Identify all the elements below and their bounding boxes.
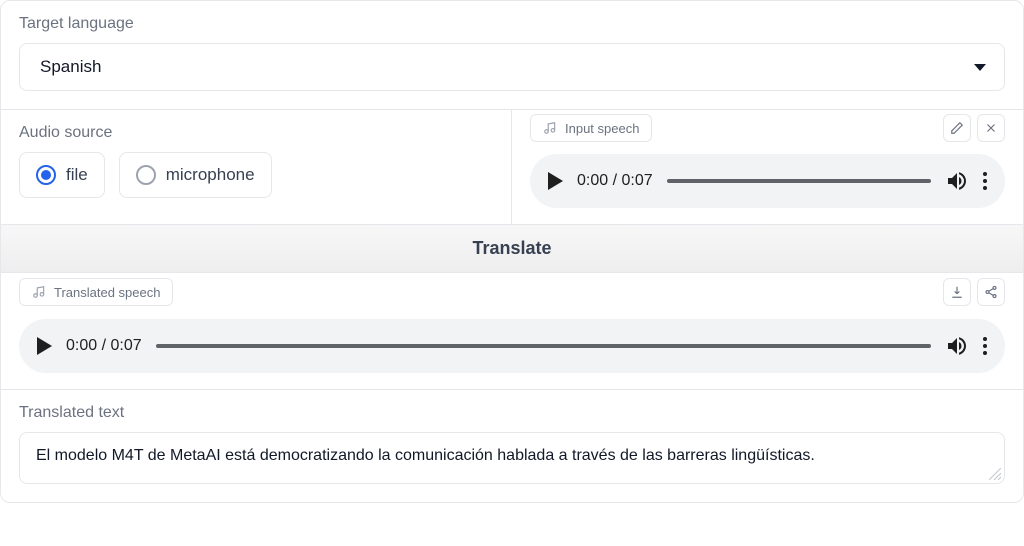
translated-audio-menu[interactable] bbox=[983, 337, 987, 355]
translated-text-output[interactable]: El modelo M4T de MetaAI está democratiza… bbox=[19, 432, 1005, 484]
translated-text-label: Translated text bbox=[19, 404, 1005, 422]
clear-input-speech-button[interactable] bbox=[977, 114, 1005, 142]
audio-source-label: Audio source bbox=[19, 124, 493, 142]
input-audio-track[interactable] bbox=[667, 179, 931, 183]
translate-button[interactable]: Translate bbox=[1, 225, 1023, 273]
translated-audio-time: 0:00 / 0:07 bbox=[66, 337, 142, 355]
input-audio-player: 0:00 / 0:07 bbox=[530, 154, 1005, 208]
app-root: Target language Spanish Audio source fil… bbox=[0, 0, 1024, 503]
download-icon bbox=[950, 285, 964, 299]
radio-microphone-label: microphone bbox=[166, 165, 255, 185]
resize-handle-icon bbox=[989, 468, 1001, 480]
translated-audio-track[interactable] bbox=[156, 344, 931, 348]
play-button[interactable] bbox=[37, 337, 52, 355]
translated-text-section: Translated text El modelo M4T de MetaAI … bbox=[1, 390, 1023, 502]
music-icon bbox=[32, 285, 46, 299]
target-language-section: Target language Spanish bbox=[1, 1, 1023, 110]
audio-source-radio-group: file microphone bbox=[19, 152, 493, 198]
translated-speech-tag: Translated speech bbox=[19, 278, 173, 306]
target-language-select[interactable]: Spanish bbox=[19, 43, 1005, 91]
translated-audio-player: 0:00 / 0:07 bbox=[19, 319, 1005, 373]
play-button[interactable] bbox=[548, 172, 563, 190]
radio-file-label: file bbox=[66, 165, 88, 185]
edit-input-speech-button[interactable] bbox=[943, 114, 971, 142]
input-speech-label: Input speech bbox=[565, 121, 639, 136]
share-icon bbox=[984, 285, 998, 299]
radio-icon-checked bbox=[36, 165, 56, 185]
input-audio-time: 0:00 / 0:07 bbox=[577, 172, 653, 190]
target-language-value: Spanish bbox=[40, 57, 101, 77]
translated-text-value: El modelo M4T de MetaAI está democratiza… bbox=[36, 447, 815, 464]
input-speech-section: Input speech bbox=[512, 110, 1023, 224]
chevron-down-icon bbox=[974, 64, 986, 71]
input-speech-tag: Input speech bbox=[530, 114, 652, 142]
pencil-icon bbox=[950, 121, 964, 135]
audio-source-section: Audio source file microphone bbox=[1, 110, 512, 224]
input-audio-menu[interactable] bbox=[983, 172, 987, 190]
music-icon bbox=[543, 121, 557, 135]
download-translated-speech-button[interactable] bbox=[943, 278, 971, 306]
close-icon bbox=[984, 121, 998, 135]
input-row: Audio source file microphone Input s bbox=[1, 110, 1023, 225]
volume-icon[interactable] bbox=[945, 169, 969, 193]
radio-icon-unchecked bbox=[136, 165, 156, 185]
radio-file[interactable]: file bbox=[19, 152, 105, 198]
translated-speech-label: Translated speech bbox=[54, 285, 160, 300]
share-translated-speech-button[interactable] bbox=[977, 278, 1005, 306]
volume-icon[interactable] bbox=[945, 334, 969, 358]
radio-microphone[interactable]: microphone bbox=[119, 152, 272, 198]
target-language-label: Target language bbox=[19, 15, 1005, 33]
translated-speech-section: Translated speech 0:00 / 0: bbox=[1, 273, 1023, 390]
